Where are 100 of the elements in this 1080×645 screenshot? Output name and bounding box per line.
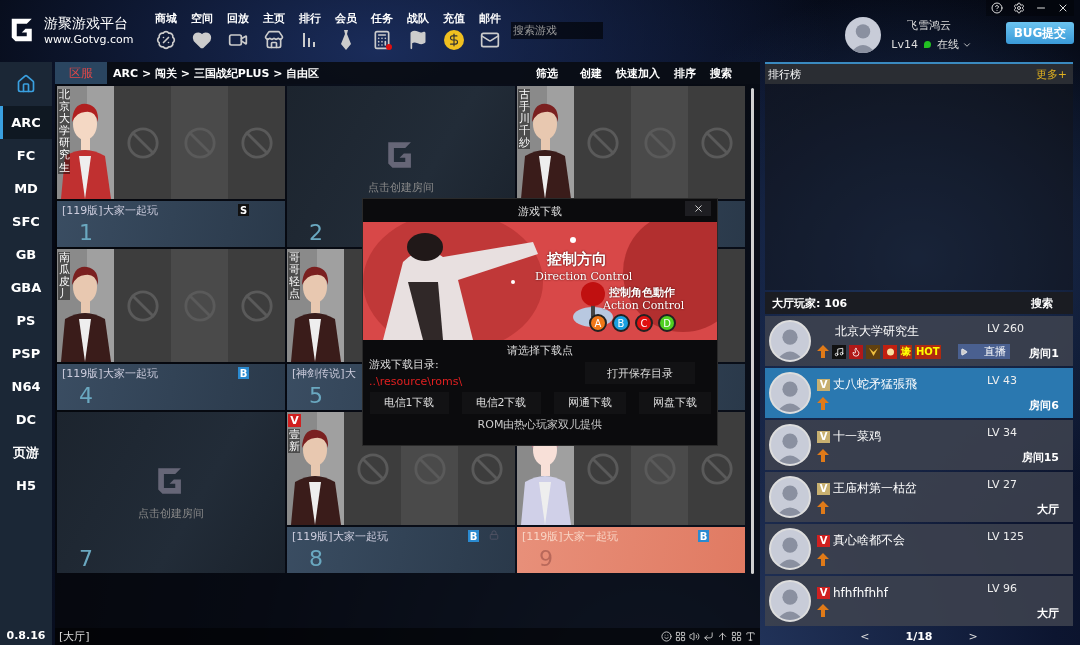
- panel-title: 排行榜: [768, 66, 801, 82]
- nav-button[interactable]: 充值: [440, 10, 467, 50]
- player-name: 北京大学研究生: [58, 89, 71, 174]
- player-location: 大厅: [1037, 502, 1059, 517]
- room-info-bar[interactable]: [119版]大家一起玩 S 1: [57, 201, 285, 247]
- empty-room-card[interactable]: 点击创建房间 7: [57, 412, 285, 573]
- player-row[interactable]: V 丈八蛇矛猛張飛 LV 43 房间6: [765, 368, 1073, 418]
- location-label: [大厅]: [59, 629, 90, 644]
- download-button[interactable]: 电信2下载: [461, 391, 541, 414]
- download-button[interactable]: 网通下载: [553, 391, 626, 414]
- player-location: 房间1: [1029, 346, 1059, 361]
- room-tag: S: [238, 204, 249, 216]
- platform-tab[interactable]: FC: [0, 139, 52, 172]
- room-number: 2: [309, 220, 323, 245]
- nav-button[interactable]: 回放: [224, 10, 251, 50]
- player-row[interactable]: V 十一菜鸡 LV 34 房间15: [765, 420, 1073, 470]
- banner-subtitle: Action Control: [603, 299, 685, 313]
- create-room-hint: 点击创建房间: [138, 506, 204, 521]
- toolbar-link[interactable]: 筛选: [536, 65, 558, 81]
- player-level: LV 43: [987, 374, 1017, 387]
- platform-tab[interactable]: H5: [0, 469, 52, 502]
- dialog-title: 游戏下载: [518, 205, 562, 219]
- room-title: [119版]大家一起玩: [292, 529, 388, 544]
- nav-button[interactable]: 会员: [332, 10, 359, 50]
- badge: 壕: [900, 344, 912, 359]
- search-link[interactable]: 搜索: [1031, 295, 1053, 311]
- download-button[interactable]: 电信1下载: [369, 391, 449, 414]
- toolbar-link[interactable]: 排序: [674, 65, 696, 81]
- vip-badge: V: [817, 430, 830, 443]
- user-name: 飞雪鸿云: [906, 18, 953, 33]
- room-number: 7: [79, 546, 93, 571]
- player-name: 古手川千紗: [518, 89, 531, 150]
- player-name: 十一菜鸡: [833, 428, 881, 445]
- platform-tab[interactable]: DC: [0, 403, 52, 436]
- player-name: 哥哥轻点: [288, 252, 301, 301]
- room-info-bar[interactable]: [119版]大家一起玩 B 8: [287, 527, 515, 573]
- user-level: Lv14: [891, 38, 918, 51]
- toolbar-link[interactable]: 快速加入: [616, 65, 660, 81]
- lobby-count: 大厅玩家: 106: [772, 295, 848, 311]
- directory-label: 游戏下载目录:: [369, 358, 440, 372]
- toolbar-link[interactable]: 创建: [580, 65, 602, 81]
- search-field[interactable]: 搜索游戏: [511, 22, 603, 39]
- previous-page-button[interactable]: <: [860, 629, 870, 643]
- platform-tab[interactable]: MD: [0, 172, 52, 205]
- player-level: LV 125: [987, 530, 1024, 543]
- room-number: 8: [309, 546, 323, 571]
- download-button[interactable]: 网盘下载: [638, 391, 711, 414]
- nav-button[interactable]: 战队: [404, 10, 431, 50]
- room-title: [119版]大家一起玩: [62, 366, 158, 381]
- player-location: 房间15: [1021, 450, 1059, 465]
- player-name: 真心啥都不会: [833, 532, 905, 549]
- platform-tab[interactable]: ARC: [0, 106, 52, 139]
- platform-tab[interactable]: 页游: [0, 436, 52, 469]
- room-tag: B: [238, 367, 249, 379]
- room-tag: B: [468, 530, 479, 542]
- vip-badge: V: [817, 586, 830, 599]
- version-label: 0.8.16: [5, 629, 47, 642]
- nav-button[interactable]: 邮件: [476, 10, 503, 50]
- player-name: 壹新: [288, 429, 301, 454]
- live-button[interactable]: 直播: [957, 344, 1010, 359]
- badge: HOT: [915, 344, 941, 359]
- nav-button[interactable]: 商城: [152, 10, 179, 50]
- platform-tab[interactable]: GBA: [0, 271, 52, 304]
- directory-path: ..\resource\roms\: [369, 374, 463, 388]
- toolbar-link[interactable]: 搜索: [710, 65, 732, 81]
- banner-subtitle: Direction Control: [535, 270, 633, 284]
- room-number: 1: [79, 220, 93, 245]
- room-info-bar[interactable]: [119版]大家一起玩 B 4: [57, 364, 285, 410]
- next-page-button[interactable]: >: [968, 629, 978, 643]
- player-name: 丈八蛇矛猛張飛: [833, 376, 917, 393]
- nav-button[interactable]: 排行: [296, 10, 323, 50]
- more-link[interactable]: 更多+: [1035, 66, 1067, 82]
- player-row[interactable]: V hfhfhfhhf LV 96 大厅: [765, 576, 1073, 626]
- vip-badge: V: [817, 534, 830, 547]
- room-number: 5: [309, 383, 323, 408]
- platform-tab[interactable]: N64: [0, 370, 52, 403]
- player-location: 房间6: [1029, 398, 1059, 413]
- player-level: LV 96: [987, 582, 1017, 595]
- player-row[interactable]: V 王庙村第一枯岔 LV 27 大厅: [765, 472, 1073, 522]
- status-dropdown[interactable]: 在线: [937, 37, 972, 52]
- platform-tab[interactable]: PSP: [0, 337, 52, 370]
- platform-tab[interactable]: GB: [0, 238, 52, 271]
- app-title: 游聚游戏平台: [44, 14, 129, 33]
- player-level: LV 34: [987, 426, 1017, 439]
- banner-heading: 控制方向: [547, 250, 607, 270]
- dialog-footer: ROM由热心玩家双儿提供: [477, 417, 603, 431]
- nav-button[interactable]: 空间: [188, 10, 215, 50]
- open-folder-button[interactable]: 打开保存目录: [585, 362, 695, 385]
- nav-button[interactable]: 主页: [260, 10, 287, 50]
- player-location: 大厅: [1037, 606, 1059, 621]
- app-url: www.Gotvg.com: [44, 32, 134, 46]
- player-name: 北京大学研究生: [834, 323, 919, 340]
- platform-tab[interactable]: SFC: [0, 205, 52, 238]
- download-prompt: 请选择下载点: [507, 344, 573, 358]
- room-number: 4: [79, 383, 93, 408]
- platform-tab[interactable]: PS: [0, 304, 52, 337]
- player-row[interactable]: 北京大学研究生 LV 260 壕 HOT 直播 房间1: [765, 316, 1073, 366]
- player-row[interactable]: V 真心啥都不会 LV 125: [765, 524, 1073, 574]
- page-indicator: 1/18: [905, 629, 933, 643]
- nav-button[interactable]: 任务: [368, 10, 395, 50]
